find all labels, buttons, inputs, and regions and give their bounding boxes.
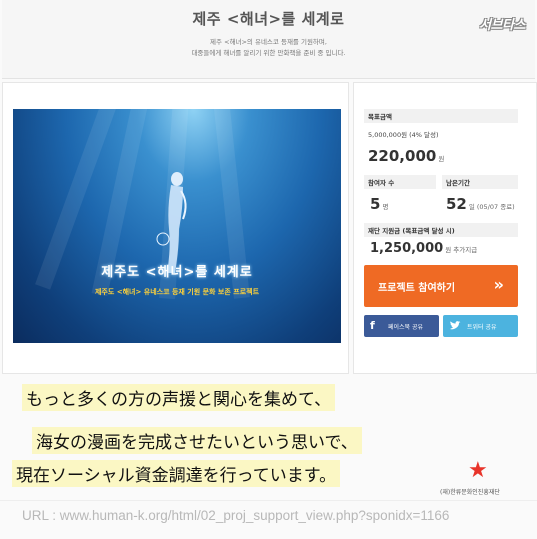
remaining-label: 남은기간 bbox=[442, 175, 518, 189]
supporters-unit: 명 bbox=[382, 203, 389, 211]
remaining-unit: 일 bbox=[468, 203, 475, 211]
twitter-share-label: 트위터 공유 bbox=[467, 324, 497, 331]
funding-sidebar: 목표금액 5,000,000원 (4% 달성) 220,000 원 참여자 수 남… bbox=[353, 82, 537, 374]
divider bbox=[0, 500, 537, 501]
source-url: URL : www.human-k.org/html/02_proj_suppo… bbox=[22, 508, 450, 523]
caption-line-2: 海女の漫画を完成させたいという思いで、 bbox=[32, 427, 362, 454]
raised-unit: 원 bbox=[438, 155, 445, 163]
foundation-name: (재)한류문화인진흥재단 bbox=[440, 489, 500, 496]
screenshot-frame: 제주 <해녀>를 세계로 제주 <해녀>의 유네스코 등재를 기원하며, 대중들… bbox=[0, 0, 537, 539]
supporters-label: 참여자 수 bbox=[364, 175, 436, 189]
site-logo: 서브타스 bbox=[479, 18, 525, 33]
caption-line-3: 現在ソーシャル資金調達を行っています。 bbox=[12, 460, 341, 487]
page-title: 제주 <해녀>를 세계로 bbox=[192, 10, 345, 28]
remaining-days: 52 일 (05/07 종료) bbox=[446, 195, 515, 213]
page-header: 제주 <해녀>를 세계로 제주 <해녀>의 유네스코 등재를 기원하며, 대중들… bbox=[2, 0, 535, 79]
page-subtitle-1: 제주 <해녀>의 유네스코 등재를 기원하며, bbox=[210, 38, 327, 46]
goal-detail: 5,000,000원 (4% 달성) bbox=[368, 131, 439, 139]
project-image-panel: 제주도 <해녀>를 세계로 제주도 <해녀> 유네스코 등재 기원 문화 보존 … bbox=[2, 82, 349, 374]
goal-label: 목표금액 bbox=[364, 109, 518, 123]
facebook-share-label: 페이스북 공유 bbox=[388, 324, 424, 331]
raised-value: 220,000 bbox=[368, 147, 437, 165]
twitter-share-button[interactable]: 트위터 공유 bbox=[443, 315, 518, 337]
remaining-date: (05/07 종료) bbox=[476, 203, 515, 211]
double-chevron-right-icon: » bbox=[493, 275, 504, 294]
raised-amount: 220,000 원 bbox=[368, 147, 444, 165]
project-image: 제주도 <해녀>를 세계로 제주도 <해녀> 유네스코 등재 기원 문화 보존 … bbox=[13, 109, 341, 343]
foundation-support-amount: 1,250,000 원 추가지급 bbox=[370, 241, 477, 256]
supporters-count: 5명 bbox=[370, 195, 388, 213]
participate-label: 프로젝트 참여하기 bbox=[378, 283, 456, 294]
image-subtitle: 제주도 <해녀> 유네스코 등재 기원 문화 보존 프로젝트 bbox=[94, 288, 260, 296]
image-title: 제주도 <해녀>를 세계로 bbox=[101, 265, 253, 280]
facebook-share-button[interactable]: f 페이스북 공유 bbox=[364, 315, 439, 337]
facebook-icon: f bbox=[370, 319, 375, 332]
participate-button[interactable]: 프로젝트 참여하기 » bbox=[364, 265, 518, 307]
foundation-support-label: 재단 지원금 (목표금액 달성 시) bbox=[364, 223, 518, 237]
caption-line-1: もっと多くの方の声援と関心を集めて、 bbox=[22, 384, 336, 411]
foundation-star-icon: ★ bbox=[468, 458, 488, 483]
remaining-value: 52 bbox=[446, 195, 467, 213]
foundation-support-value: 1,250,000 bbox=[370, 241, 444, 256]
page-subtitle-2: 대중들에게 해녀를 알리기 위한 만화책을 준비 중 입니다. bbox=[191, 49, 346, 57]
twitter-bird-icon bbox=[450, 321, 461, 330]
foundation-support-unit: 원 추가지급 bbox=[445, 246, 478, 254]
supporters-value: 5 bbox=[370, 195, 381, 213]
